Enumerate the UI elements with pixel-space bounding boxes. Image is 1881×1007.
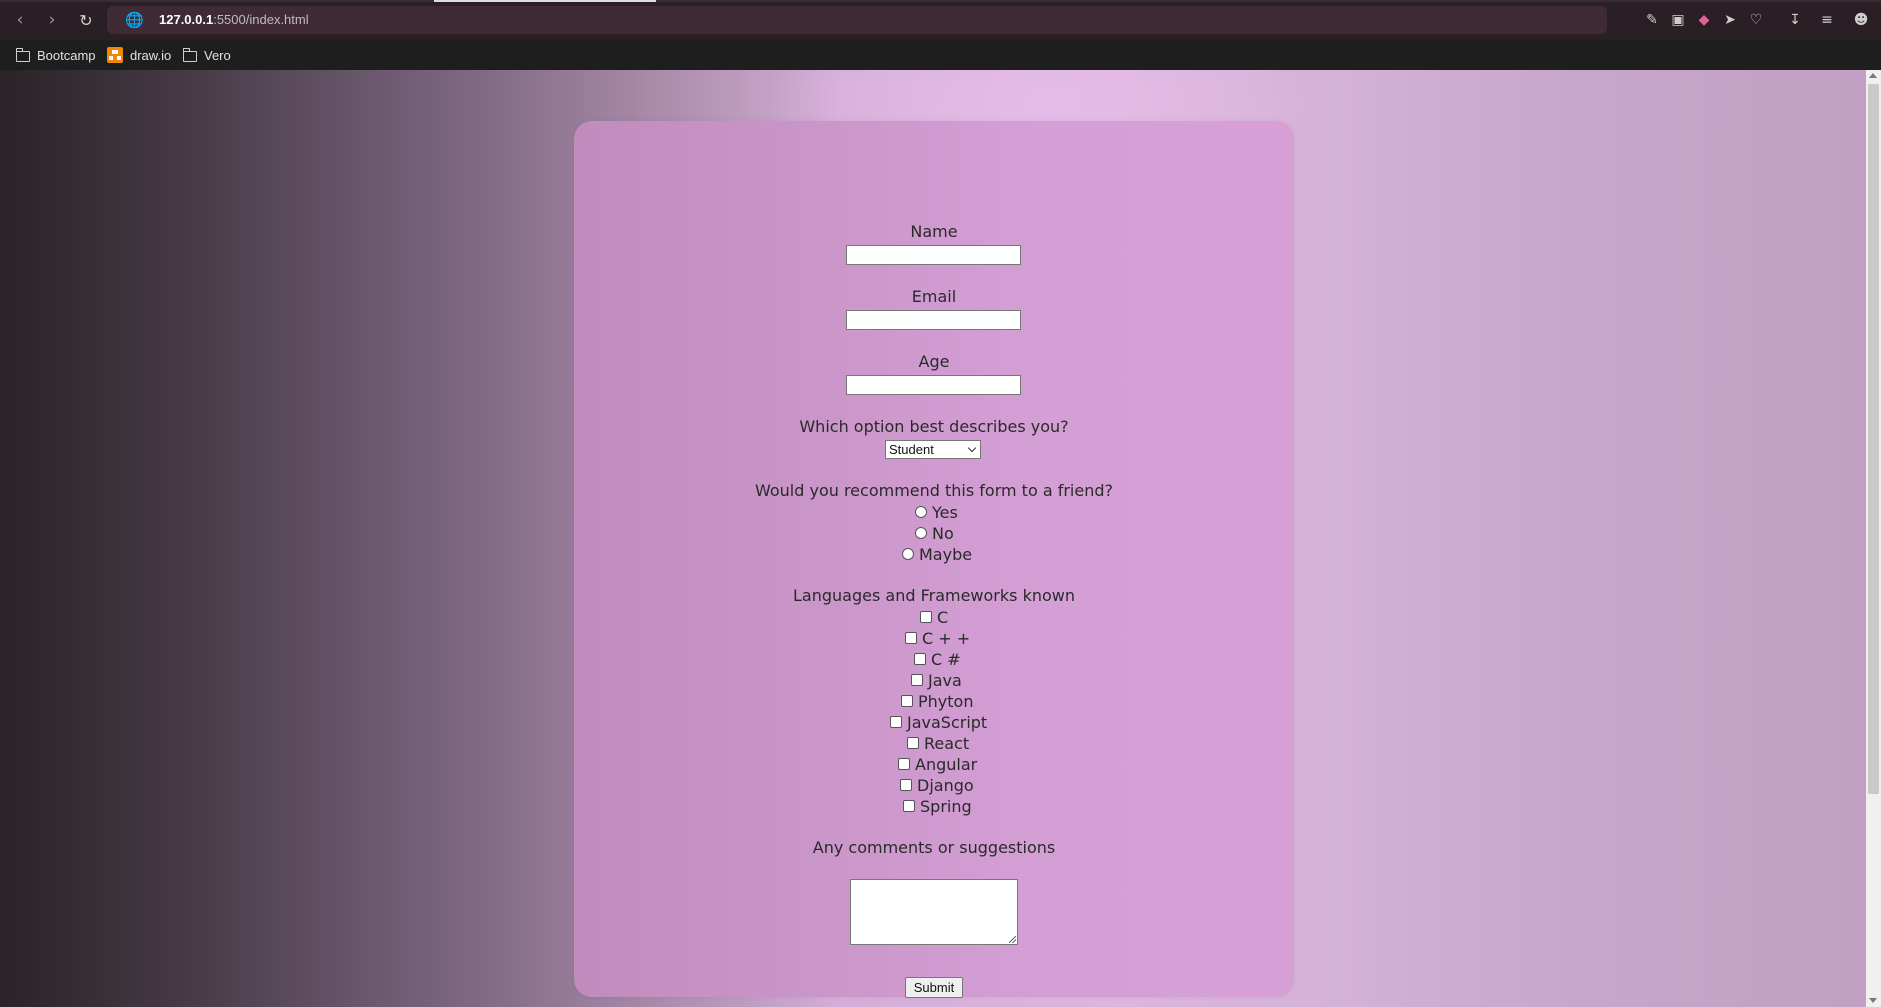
- checkbox[interactable]: [900, 779, 912, 791]
- send-icon[interactable]: ➤: [1721, 11, 1739, 29]
- role-selected-value: Student: [889, 442, 934, 457]
- email-label: Email: [911, 287, 957, 306]
- checkbox[interactable]: [905, 632, 917, 644]
- drawio-icon: [107, 47, 123, 63]
- scroll-up-icon[interactable]: [1869, 73, 1877, 78]
- age-input[interactable]: [846, 375, 1021, 395]
- checkbox-phyton[interactable]: Phyton: [901, 691, 973, 711]
- bookmark-drawio[interactable]: draw.io: [107, 46, 171, 64]
- radio-button[interactable]: [915, 506, 927, 518]
- radio-option-maybe[interactable]: Maybe: [902, 544, 972, 564]
- profile-icon[interactable]: ☻: [1852, 11, 1870, 29]
- recommend-question: Would you recommend this form to a frien…: [754, 481, 1114, 500]
- bookmark-vero[interactable]: Vero: [183, 46, 231, 64]
- name-input[interactable]: [846, 245, 1021, 265]
- radio-option-yes[interactable]: Yes: [915, 502, 958, 522]
- checkbox[interactable]: [898, 758, 910, 770]
- radio-button[interactable]: [902, 548, 914, 560]
- page-scrollbar[interactable]: [1866, 70, 1881, 1007]
- checkbox-django[interactable]: Django: [900, 775, 974, 795]
- survey-form: Name Email Age Which option best describ…: [574, 121, 1294, 998]
- checkbox[interactable]: [890, 716, 902, 728]
- radio-option-no[interactable]: No: [915, 523, 954, 543]
- folder-icon: [16, 47, 30, 62]
- checkbox-angular[interactable]: Angular: [898, 754, 977, 774]
- chevron-down-icon: [967, 443, 977, 453]
- name-label: Name: [910, 222, 958, 241]
- checkbox[interactable]: [911, 674, 923, 686]
- bookmarks-bar: Bootcamp draw.io Vero: [0, 40, 1881, 70]
- checkbox[interactable]: [901, 695, 913, 707]
- checkbox[interactable]: [920, 611, 932, 623]
- checkbox-javascript[interactable]: JavaScript: [890, 712, 987, 732]
- camera-icon[interactable]: ▣: [1669, 11, 1687, 29]
- folder-icon: [183, 47, 197, 62]
- browser-toolbar: ‹ › ↻ 🌐 127.0.0.1:5500/index.html ✎ ▣ ◆ …: [0, 0, 1881, 40]
- tab-strip: [0, 0, 1881, 2]
- checkbox[interactable]: [907, 737, 919, 749]
- checkbox-react[interactable]: React: [907, 733, 969, 753]
- checkbox-spring[interactable]: Spring: [903, 796, 972, 816]
- resize-grip-icon[interactable]: [1009, 936, 1016, 943]
- comments-label: Any comments or suggestions: [812, 838, 1056, 857]
- checkbox-cpp[interactable]: C + +: [905, 628, 970, 648]
- address-bar[interactable]: 🌐 127.0.0.1:5500/index.html: [107, 6, 1607, 34]
- page-viewport: Name Email Age Which option best describ…: [0, 70, 1866, 1007]
- checkbox-c[interactable]: C: [920, 607, 948, 627]
- submit-button[interactable]: Submit: [905, 977, 963, 998]
- checkbox[interactable]: [914, 653, 926, 665]
- role-select[interactable]: Student: [885, 440, 981, 459]
- languages-label: Languages and Frameworks known: [793, 586, 1075, 605]
- comments-textarea[interactable]: [850, 879, 1018, 945]
- checkbox-csharp[interactable]: C #: [914, 649, 961, 669]
- shield-icon[interactable]: ◆: [1695, 11, 1713, 29]
- globe-icon: 🌐: [125, 11, 144, 29]
- email-input[interactable]: [846, 310, 1021, 330]
- checkbox[interactable]: [903, 800, 915, 812]
- active-tab-indicator: [434, 0, 656, 2]
- edit-icon[interactable]: ✎: [1643, 11, 1661, 29]
- settings-icon[interactable]: ≡: [1818, 11, 1836, 29]
- download-icon[interactable]: ↧: [1786, 11, 1804, 29]
- forward-icon[interactable]: ›: [42, 10, 62, 30]
- age-label: Age: [918, 352, 950, 371]
- bookmark-bootcamp[interactable]: Bootcamp: [16, 46, 96, 64]
- radio-button[interactable]: [915, 527, 927, 539]
- heart-icon[interactable]: ♡: [1747, 11, 1765, 29]
- checkbox-java[interactable]: Java: [911, 670, 962, 690]
- scrollbar-thumb[interactable]: [1868, 84, 1879, 794]
- reload-icon[interactable]: ↻: [76, 10, 96, 30]
- url-text: 127.0.0.1:5500/index.html: [159, 12, 309, 27]
- scroll-down-icon[interactable]: [1869, 998, 1877, 1003]
- role-question: Which option best describes you?: [799, 417, 1069, 436]
- back-icon[interactable]: ‹: [10, 10, 30, 30]
